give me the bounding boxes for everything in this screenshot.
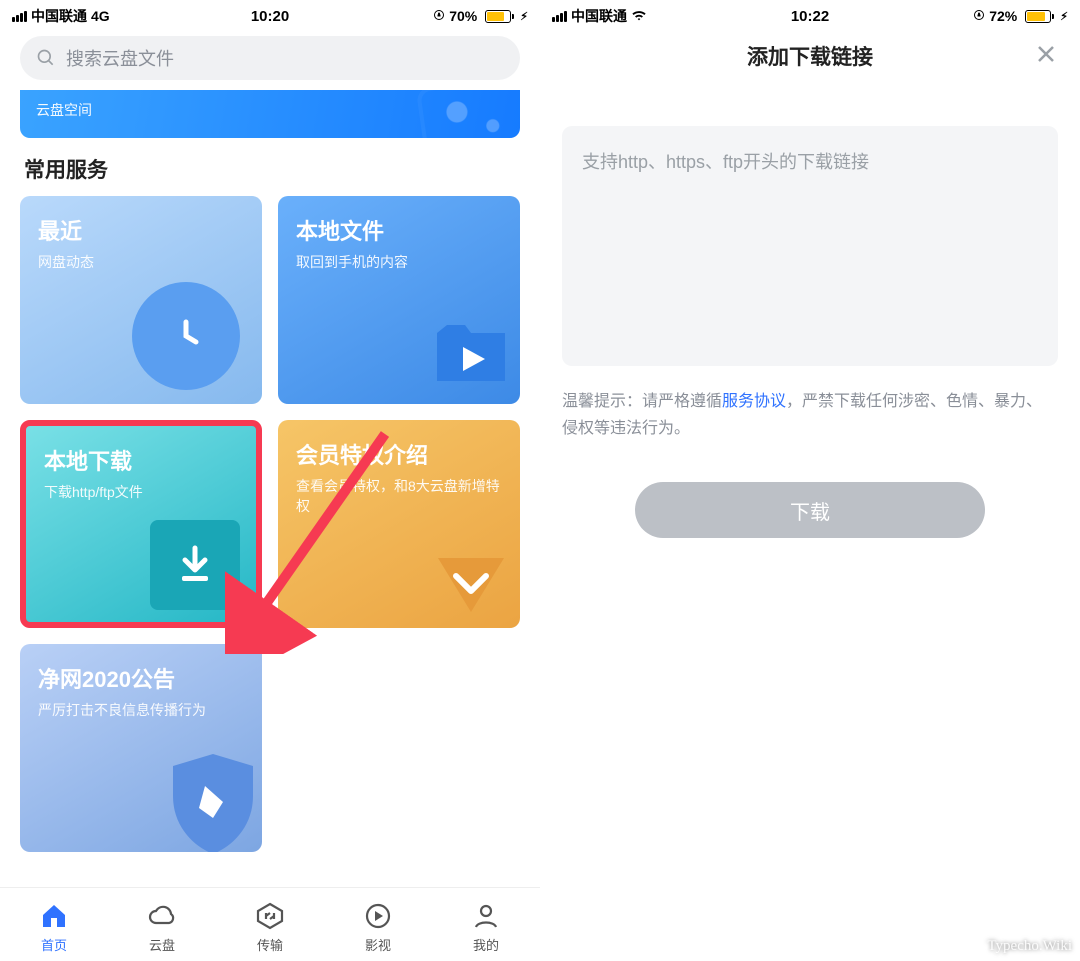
- tab-cloud[interactable]: 云盘: [147, 895, 177, 954]
- card-local-download[interactable]: 本地下载 下载http/ftp文件: [20, 420, 262, 628]
- tab-me[interactable]: 我的: [471, 895, 501, 954]
- battery-icon: [1021, 10, 1054, 23]
- search-placeholder: 搜索云盘文件: [66, 45, 174, 71]
- download-button-label: 下载: [790, 496, 830, 525]
- tab-home[interactable]: 首页: [39, 895, 69, 954]
- screen-home: 中国联通 4G 10:20 70% ⚡︎ 搜索云盘文件 云盘空间: [0, 0, 540, 961]
- card-title: 最近: [38, 214, 244, 246]
- close-button[interactable]: [1034, 42, 1058, 71]
- charging-icon: ⚡︎: [520, 10, 528, 23]
- clock-icon: [132, 282, 240, 390]
- watermark-text: Typecho.Wiki: [987, 938, 1072, 955]
- network-label: 4G: [91, 8, 110, 24]
- status-bar-right: 中国联通 10:22 72% ⚡︎: [540, 0, 1080, 28]
- battery-pct-label: 70%: [449, 8, 477, 24]
- card-vip[interactable]: 会员特权介绍 查看会员特权，和8大云盘新增特权: [278, 420, 520, 628]
- service-cards: 最近 网盘动态 本地文件 取回到手机的内容 本地下载 下载http/ftp文件: [0, 196, 540, 852]
- card-subtitle: 下载http/ftp文件: [44, 482, 238, 502]
- tip-prefix: 温馨提示：请严格遵循: [562, 393, 722, 410]
- cloud-icon: [147, 901, 177, 931]
- tab-label: 首页: [41, 935, 67, 954]
- card-subtitle: 网盘动态: [38, 252, 244, 272]
- card-title: 净网2020公告: [38, 662, 244, 694]
- charging-icon: ⚡︎: [1060, 10, 1068, 23]
- tab-label: 云盘: [149, 935, 175, 954]
- battery-icon: [481, 10, 514, 23]
- card-title: 会员特权介绍: [296, 438, 502, 470]
- vip-diamond-icon: [416, 524, 520, 628]
- home-icon: [39, 901, 69, 931]
- orientation-lock-icon: [973, 8, 985, 24]
- tab-bar: 首页 云盘 传输 影视 我的: [0, 887, 540, 961]
- carrier-label: 中国联通: [31, 6, 87, 26]
- tip-text: 温馨提示：请严格遵循服务协议，严禁下载任何涉密、色情、暴力、侵权等违法行为。: [562, 388, 1058, 442]
- status-bar-left: 中国联通 4G 10:20 70% ⚡︎: [0, 0, 540, 28]
- banner-deco-icon: [416, 90, 520, 138]
- section-title: 常用服务: [0, 150, 540, 196]
- tab-video[interactable]: 影视: [363, 895, 393, 954]
- signal-icon: [552, 11, 567, 22]
- close-icon: [1034, 42, 1058, 66]
- tab-label: 传输: [257, 935, 283, 954]
- signal-icon: [12, 11, 27, 22]
- card-local-files[interactable]: 本地文件 取回到手机的内容: [278, 196, 520, 404]
- card-title: 本地下载: [44, 444, 238, 476]
- orientation-lock-icon: [433, 8, 445, 24]
- folder-play-icon: [416, 300, 520, 404]
- battery-pct-label: 72%: [989, 8, 1017, 24]
- tab-label: 影视: [365, 935, 391, 954]
- user-icon: [471, 901, 501, 931]
- carrier-label: 中国联通: [571, 6, 627, 26]
- search-icon: [36, 48, 56, 68]
- wifi-icon: [631, 8, 647, 25]
- storage-banner[interactable]: 云盘空间: [20, 90, 520, 138]
- transfer-icon: [255, 901, 285, 931]
- clock-label: 10:20: [251, 8, 289, 25]
- card-recent[interactable]: 最近 网盘动态: [20, 196, 262, 404]
- screen-add-download: 中国联通 10:22 72% ⚡︎ 添加下载链接 支持http、https、ft…: [540, 0, 1080, 961]
- clock-label: 10:22: [791, 8, 829, 25]
- textarea-placeholder: 支持http、https、ftp开头的下载链接: [582, 148, 1038, 174]
- tab-label: 我的: [473, 935, 499, 954]
- dialog-header: 添加下载链接: [540, 28, 1080, 84]
- card-subtitle: 严厉打击不良信息传播行为: [38, 700, 244, 720]
- dialog-title: 添加下载链接: [747, 41, 873, 71]
- card-subtitle: 查看会员特权，和8大云盘新增特权: [296, 476, 502, 517]
- card-title: 本地文件: [296, 214, 502, 246]
- play-circle-icon: [363, 901, 393, 931]
- shield-icon: [158, 748, 262, 852]
- download-button[interactable]: 下载: [635, 482, 985, 538]
- tab-transfer[interactable]: 传输: [255, 895, 285, 954]
- card-clean-net-notice[interactable]: 净网2020公告 严厉打击不良信息传播行为: [20, 644, 262, 852]
- url-textarea[interactable]: 支持http、https、ftp开头的下载链接: [562, 126, 1058, 366]
- download-icon: [150, 520, 240, 610]
- card-subtitle: 取回到手机的内容: [296, 252, 502, 272]
- search-input[interactable]: 搜索云盘文件: [20, 36, 520, 80]
- service-agreement-link[interactable]: 服务协议: [722, 393, 786, 410]
